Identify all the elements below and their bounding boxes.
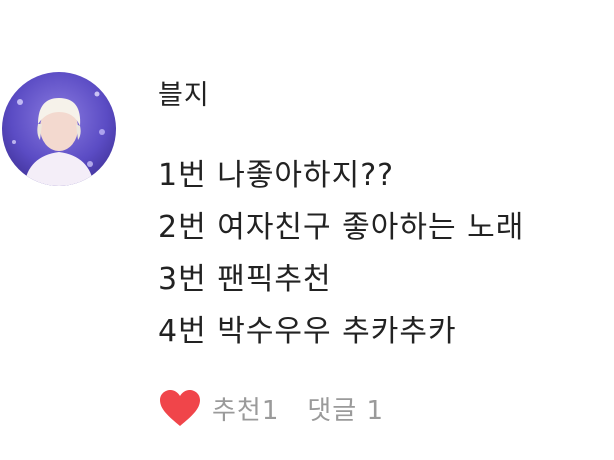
comment-author[interactable]: 블지 (158, 78, 210, 114)
heart-icon[interactable] (158, 388, 202, 428)
comment-count-link[interactable]: 댓글 1 (307, 390, 384, 427)
comment-line: 4번 박수우우 추카추카 (158, 314, 457, 349)
recommend-button[interactable]: 추천1 (158, 388, 279, 428)
comment-line: 2번 여자친구 좋아하는 노래 (158, 210, 525, 245)
recommend-count[interactable]: 추천1 (212, 390, 279, 427)
comment-body: 1번 나좋아하지?? 2번 여자친구 좋아하는 노래 3번 팬픽추천 4번 박수… (158, 150, 608, 358)
comment-line: 1번 나좋아하지?? (158, 158, 395, 193)
avatar[interactable] (2, 72, 116, 186)
comment-actions: 추천1 댓글 1 (158, 384, 384, 432)
comment-line: 3번 팬픽추천 (158, 262, 332, 297)
